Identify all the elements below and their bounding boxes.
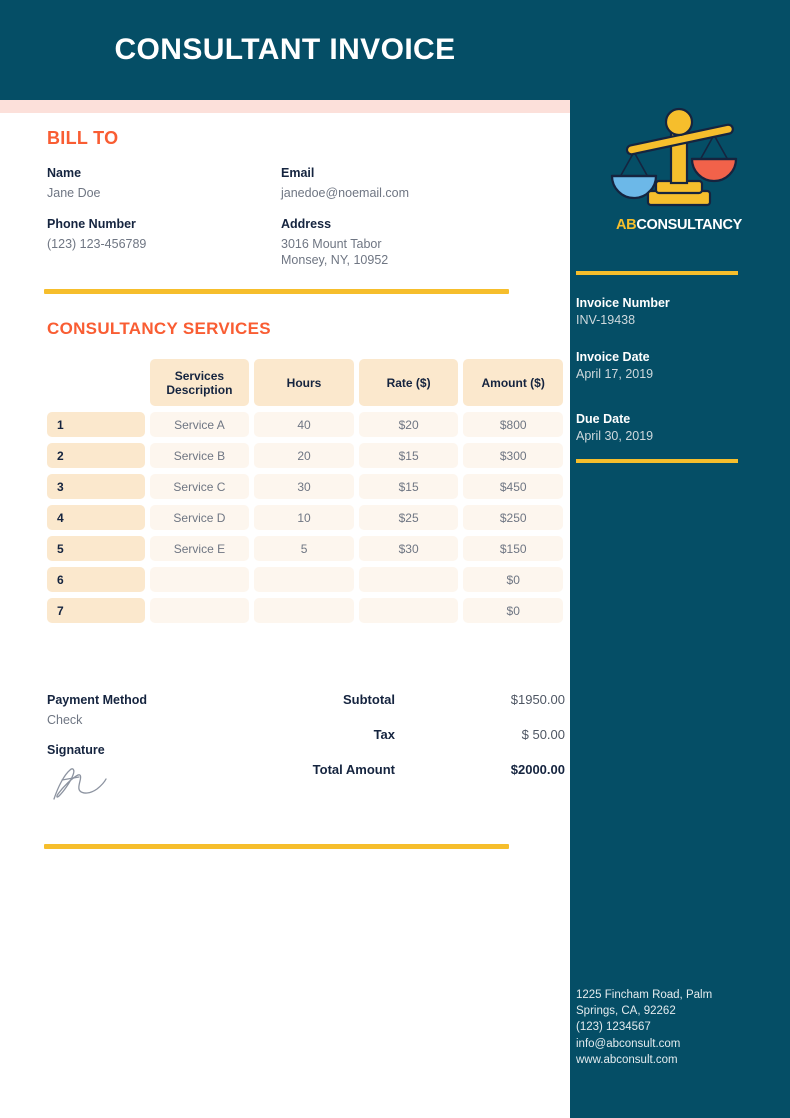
row-amount[interactable]: $0 [463, 567, 564, 592]
column-header-description: Services Description [149, 359, 250, 406]
row-number: 6 [47, 567, 145, 592]
row-description[interactable]: Service A [149, 412, 250, 437]
sidebar-divider-bottom [576, 459, 738, 463]
column-header-number [47, 359, 145, 406]
name-label: Name [47, 166, 82, 180]
row-number: 4 [47, 505, 145, 530]
invoice-number-block: Invoice Number INV-19438 [576, 296, 776, 327]
table-row[interactable]: 1 Service A 40 $20 $800 [47, 412, 564, 437]
due-date-label: Due Date [576, 412, 631, 426]
row-rate[interactable]: $15 [358, 443, 459, 468]
column-header-hours: Hours [254, 359, 354, 406]
logo-wordmark-suffix: CONSULTANCY [636, 217, 743, 233]
column-header-rate: Rate ($) [358, 359, 459, 406]
signature-label: Signature [47, 743, 105, 757]
invoice-date-value: April 17, 2019 [576, 367, 654, 381]
subtotal-value: $1950.00 [510, 692, 565, 707]
row-number: 3 [47, 474, 145, 499]
tax-label: Tax [373, 727, 395, 742]
row-amount[interactable]: $800 [463, 412, 564, 437]
total-amount-value: $2000.00 [510, 762, 565, 777]
blush-accent-strip [0, 100, 570, 113]
payment-method-value: Check [47, 713, 83, 727]
sidebar: ABCONSULTANCY Invoice Number INV-19438 I… [570, 0, 790, 1118]
table-row[interactable]: 6 $0 [47, 567, 564, 592]
table-header-row: Services Description Hours Rate ($) Amou… [47, 359, 563, 406]
email-label: Email [281, 166, 315, 180]
row-description[interactable]: Service B [149, 443, 250, 468]
divider-above-services [44, 289, 509, 294]
services-heading: CONSULTANCY SERVICES [47, 319, 271, 338]
row-hours[interactable]: 5 [254, 536, 354, 561]
row-hours[interactable]: 40 [254, 412, 354, 437]
column-header-amount: Amount ($) [463, 359, 563, 406]
signature-icon [53, 768, 107, 800]
table-row[interactable]: 5 Service E 5 $30 $150 [47, 536, 564, 561]
subtotal-label: Subtotal [343, 692, 395, 707]
row-rate[interactable] [358, 567, 459, 592]
row-description[interactable]: Service E [149, 536, 250, 561]
row-amount[interactable]: $0 [463, 598, 564, 623]
invoice-number-value: INV-19438 [576, 313, 636, 327]
invoice-page: CONSULTANT INVOICE ABCONSULTANCY Invoice… [0, 0, 790, 1118]
address-value: 3016 Mount Tabor Monsey, NY, 10952 [281, 237, 389, 267]
table-row[interactable]: 2 Service B 20 $15 $300 [47, 443, 564, 468]
row-hours[interactable] [254, 598, 354, 623]
balance-scale-icon [610, 107, 738, 207]
row-number: 1 [47, 412, 145, 437]
total-amount-label: Total Amount [312, 762, 395, 777]
page-title: CONSULTANT INVOICE [114, 33, 456, 66]
row-rate[interactable]: $15 [358, 474, 459, 499]
row-hours[interactable]: 30 [254, 474, 354, 499]
logo-wordmark: ABCONSULTANCY [588, 217, 770, 233]
services-table: Services Description Hours Rate ($) Amou… [47, 359, 564, 629]
name-value: Jane Doe [47, 186, 101, 200]
row-rate[interactable]: $25 [358, 505, 459, 530]
row-hours[interactable]: 20 [254, 443, 354, 468]
email-value: janedoe@noemail.com [281, 186, 410, 200]
row-hours[interactable] [254, 567, 354, 592]
table-row[interactable]: 7 $0 [47, 598, 564, 623]
row-description[interactable] [149, 598, 250, 623]
row-rate[interactable]: $20 [358, 412, 459, 437]
phone-value: (123) 123-456789 [47, 237, 147, 251]
table-row[interactable]: 4 Service D 10 $25 $250 [47, 505, 564, 530]
phone-label: Phone Number [47, 217, 136, 231]
invoice-date-block: Invoice Date April 17, 2019 [576, 350, 776, 381]
row-rate[interactable]: $30 [358, 536, 459, 561]
row-amount[interactable]: $450 [463, 474, 564, 499]
row-rate[interactable] [358, 598, 459, 623]
main-content: BILL TO Name Jane Doe Email janedoe@noem… [0, 113, 570, 1118]
logo-wordmark-prefix: AB [615, 217, 637, 233]
row-hours[interactable]: 10 [254, 505, 354, 530]
divider-below-totals [44, 844, 509, 849]
address-label: Address [281, 217, 332, 231]
sidebar-divider-top [576, 271, 738, 275]
invoice-number-label: Invoice Number [576, 296, 670, 310]
company-logo: ABCONSULTANCY [588, 105, 770, 235]
row-number: 2 [47, 443, 145, 468]
row-amount[interactable]: $250 [463, 505, 564, 530]
row-description[interactable]: Service C [149, 474, 250, 499]
footer-contact-info: 1225 Fincham Road, Palm Springs, CA, 922… [576, 989, 713, 1066]
due-date-block: Due Date April 30, 2019 [576, 412, 776, 443]
payment-method-label: Payment Method [47, 693, 148, 707]
row-amount[interactable]: $150 [463, 536, 564, 561]
row-number: 7 [47, 598, 145, 623]
tax-value: $ 50.00 [521, 727, 565, 742]
row-description[interactable]: Service D [149, 505, 250, 530]
row-amount[interactable]: $300 [463, 443, 564, 468]
row-number: 5 [47, 536, 145, 561]
row-description[interactable] [149, 567, 250, 592]
invoice-date-label: Invoice Date [576, 350, 650, 364]
table-row[interactable]: 3 Service C 30 $15 $450 [47, 474, 564, 499]
bill-to-heading: BILL TO [47, 128, 119, 148]
due-date-value: April 30, 2019 [576, 429, 654, 443]
